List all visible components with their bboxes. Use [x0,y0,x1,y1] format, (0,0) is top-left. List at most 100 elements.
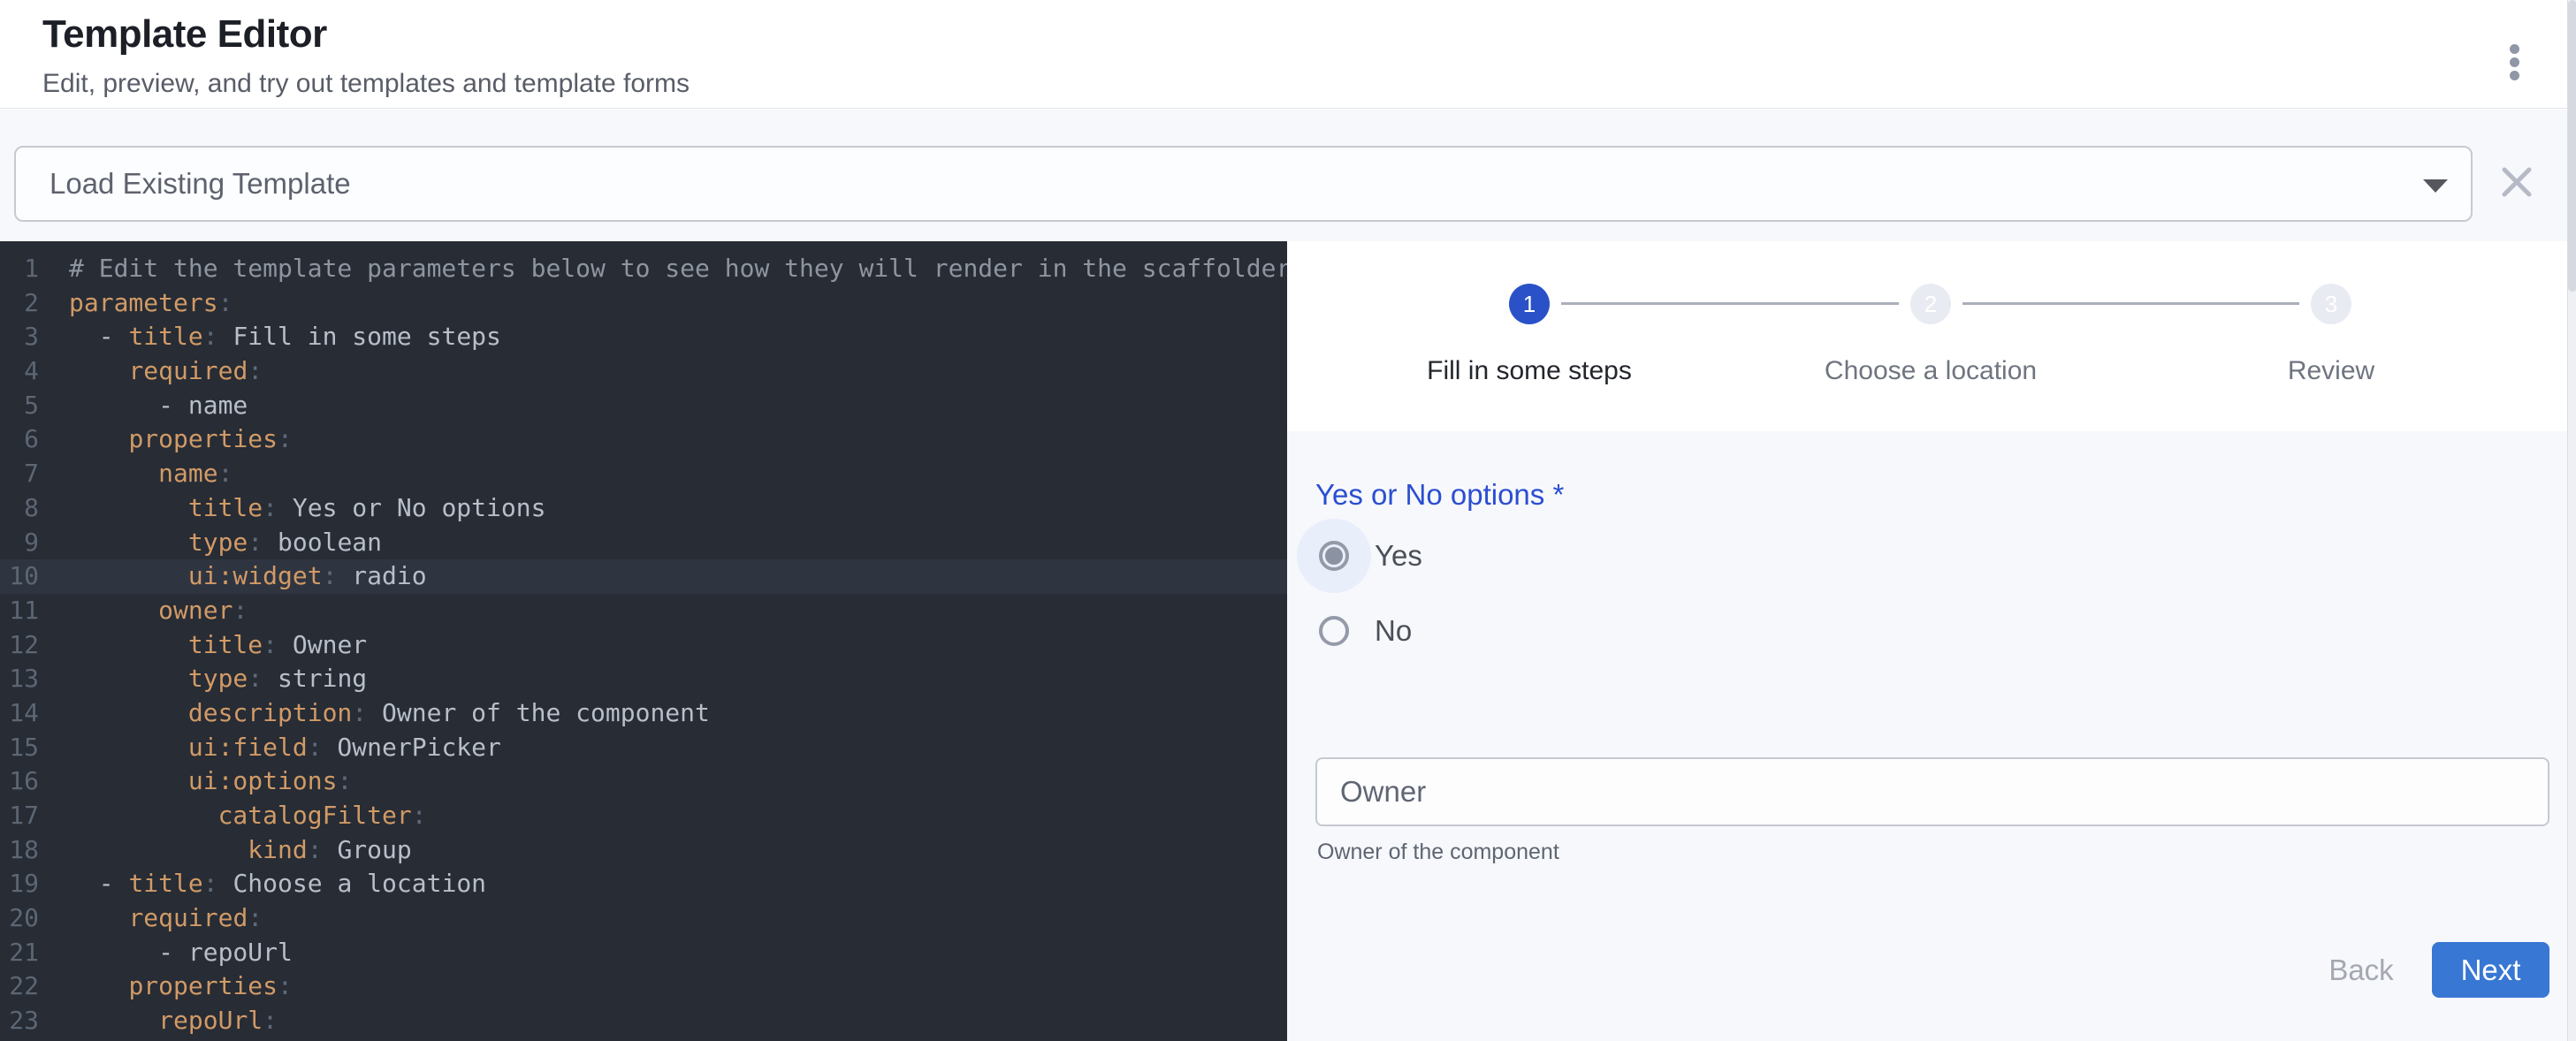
line-number: 21 [0,936,39,970]
line-number: 9 [0,526,39,560]
code-line[interactable]: 22 properties: [0,969,1287,1004]
code-text: properties: [39,422,293,457]
step-connector [1561,302,1899,305]
code-line[interactable]: 3 - title: Fill in some steps [0,320,1287,354]
radio-label: Yes [1375,539,1422,573]
load-template-combobox[interactable] [14,146,2473,222]
next-button[interactable]: Next [2432,942,2549,998]
close-editor-button[interactable] [2499,164,2534,200]
code-text: required: [39,354,263,389]
line-number: 20 [0,901,39,936]
kebab-menu-icon [2510,44,2519,54]
code-line[interactable]: 17 catalogFilter: [0,799,1287,833]
step-connector [1962,302,2299,305]
code-text: description: Owner of the component [39,696,710,731]
step-circle-2: 2 [1910,284,1951,324]
code-line[interactable]: 5 - name [0,389,1287,423]
code-text: catalogFilter: [39,799,427,833]
line-number: 1 [0,252,39,286]
line-number: 22 [0,969,39,1004]
preview-panel: 1Fill in some steps2Choose a location3Re… [1287,241,2567,1041]
code-text: ui:options: [39,764,352,799]
code-line[interactable]: 8 title: Yes or No options [0,491,1287,526]
code-line[interactable]: 4 required: [0,354,1287,389]
step-label: Review [2154,356,2508,386]
line-number: 11 [0,594,39,628]
radio-option-no[interactable]: No [1297,594,1412,668]
code-line[interactable]: 9 type: boolean [0,526,1287,560]
page-title: Template Editor [42,12,327,57]
code-text: title: Owner [39,628,367,663]
code-text: properties: [39,969,293,1004]
code-text: type: string [39,662,367,696]
line-number: 7 [0,457,39,491]
page-subtitle: Edit, preview, and try out templates and… [42,69,690,99]
code-text: type: boolean [39,526,382,560]
code-line[interactable]: 15 ui:field: OwnerPicker [0,731,1287,765]
step-label: Choose a location [1754,356,2107,386]
line-number: 14 [0,696,39,731]
code-line[interactable]: 23 repoUrl: [0,1004,1287,1038]
line-number: 6 [0,422,39,457]
code-text: owner: [39,594,248,628]
owner-field[interactable] [1315,757,2549,826]
code-line[interactable]: 19 - title: Choose a location [0,867,1287,901]
step-label: Fill in some steps [1353,356,1706,386]
code-line[interactable]: 6 properties: [0,422,1287,457]
code-line[interactable]: 1# Edit the template parameters below to… [0,252,1287,286]
code-line[interactable]: 14 description: Owner of the component [0,696,1287,731]
step-circle-1: 1 [1509,284,1550,324]
scrollbar-thumb[interactable] [2568,0,2576,292]
code-line[interactable]: 2parameters: [0,286,1287,321]
code-text: ui:widget: radio [39,559,427,594]
code-text: - title: Choose a location [39,867,486,901]
radio-group-label: Yes or No options * [1315,478,1564,512]
stepper: 1Fill in some steps2Choose a location3Re… [1287,241,2567,431]
code-text: parameters: [39,286,232,321]
line-number: 13 [0,662,39,696]
code-line[interactable]: 11 owner: [0,594,1287,628]
line-number: 19 [0,867,39,901]
code-text: title: Yes or No options [39,491,545,526]
more-options-button[interactable] [2491,30,2537,94]
line-number: 23 [0,1004,39,1038]
code-line[interactable]: 7 name: [0,457,1287,491]
code-text: kind: Group [39,833,412,868]
line-number: 2 [0,286,39,321]
close-icon [2499,164,2534,200]
code-line[interactable]: 12 title: Owner [0,628,1287,663]
code-line[interactable]: 10 ui:widget: radio [0,559,1287,594]
line-number: 8 [0,491,39,526]
form-preview: Yes or No options * Yes No Owner of the c… [1287,431,2567,1041]
radio-option-yes[interactable]: Yes [1297,519,1422,593]
code-text: required: [39,901,263,936]
code-line[interactable]: 20 required: [0,901,1287,936]
load-template-input[interactable] [50,148,2383,220]
code-lines: 1# Edit the template parameters below to… [0,252,1287,1038]
template-toolbar [0,110,2576,241]
line-number: 17 [0,799,39,833]
line-number: 5 [0,389,39,423]
radio-selected-icon[interactable] [1297,519,1371,593]
code-editor[interactable]: 1# Edit the template parameters below to… [0,241,1287,1041]
code-text: - repoUrl [39,936,293,970]
main-split: 1# Edit the template parameters below to… [0,241,2576,1041]
page-header: Template Editor Edit, preview, and try o… [0,0,2576,109]
code-line[interactable]: 18 kind: Group [0,833,1287,868]
back-button[interactable]: Back [2304,942,2419,998]
required-marker: * [1552,478,1564,511]
line-number: 4 [0,354,39,389]
code-text: repoUrl: [39,1004,278,1038]
code-text: - title: Fill in some steps [39,320,501,354]
owner-helper-text: Owner of the component [1317,840,1559,865]
line-number: 12 [0,628,39,663]
line-number: 18 [0,833,39,868]
code-line[interactable]: 21 - repoUrl [0,936,1287,970]
code-line[interactable]: 13 type: string [0,662,1287,696]
line-number: 3 [0,320,39,354]
code-text: name: [39,457,232,491]
radio-unselected-icon[interactable] [1297,594,1371,668]
page-scrollbar[interactable] [2567,0,2576,1041]
code-line[interactable]: 16 ui:options: [0,764,1287,799]
chevron-down-icon[interactable] [2423,179,2448,193]
